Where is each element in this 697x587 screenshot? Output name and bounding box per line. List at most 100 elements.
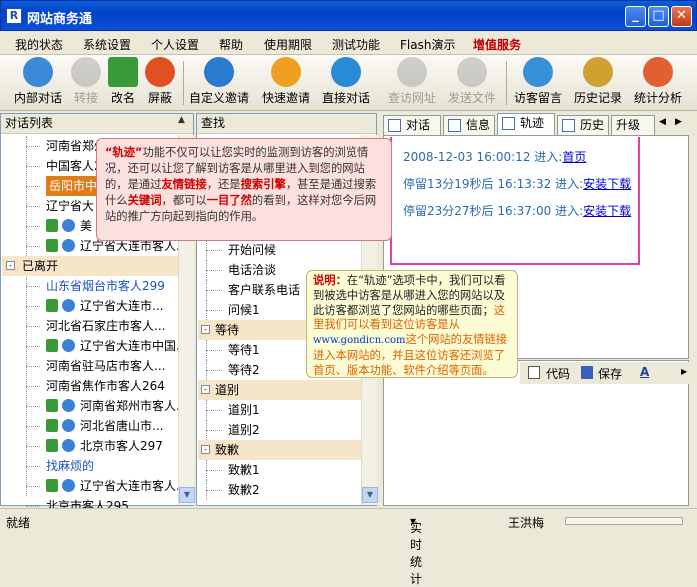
close-button[interactable]: ✕ (671, 6, 692, 27)
reply-item[interactable]: 道别2 (198, 420, 361, 440)
menu-help[interactable]: 帮助 (219, 36, 243, 53)
internal-chat-button[interactable]: 内部对话 (10, 57, 66, 109)
chat-list-item-label: 河南省驻马店市客人... (46, 359, 166, 373)
minimize-button[interactable]: _ (625, 6, 646, 27)
chat-list-item[interactable]: 河南省郑州市客人... (2, 396, 187, 416)
edit-toolbar: 代码 保存 A (520, 362, 689, 384)
track-entry: 停留13分19秒后 16:13:32 进入:安装下载 (403, 177, 632, 191)
tree-connector (206, 490, 222, 491)
menu-my-status[interactable]: 我的状态 (15, 36, 63, 53)
menu-bar: 我的状态 系统设置 个人设置 帮助 使用期限 测试功能 Flash演示 增值服务 (0, 31, 697, 55)
scroll-down-button[interactable]: ▼ (179, 487, 195, 503)
chat-list-item-label: 辽宁省大连市... (80, 299, 164, 313)
collapse-box-icon[interactable]: - (201, 325, 210, 334)
save-button[interactable]: 保存 (598, 365, 622, 382)
tab-upgrade[interactable]: 升级 (611, 115, 655, 135)
maximize-button[interactable]: □ (648, 6, 669, 27)
collapse-box-icon[interactable]: - (6, 261, 15, 270)
tree-connector (26, 166, 40, 167)
reply-item-label: 电话洽谈 (228, 263, 277, 277)
direct-chat-button[interactable]: 直接对话 (318, 57, 374, 109)
chat-list-item[interactable]: 找麻烦的 (2, 456, 178, 476)
chat-group-header[interactable]: - 已离开 (2, 256, 178, 276)
reply-item-label: 开始问候 (228, 243, 277, 257)
visitor-message-button[interactable]: 访客留言 (510, 57, 566, 109)
search-header[interactable]: 查找 (197, 114, 376, 134)
tree-connector (26, 146, 40, 147)
reply-item[interactable]: 开始问候 (198, 240, 361, 260)
visitor-status-icon (46, 299, 58, 312)
reply-item-label: 道别1 (228, 403, 260, 417)
menu-value-added[interactable]: 增值服务 (473, 36, 521, 53)
tree-connector (26, 186, 40, 187)
reply-item[interactable]: 道别1 (198, 400, 361, 420)
reply-item-label: 等待1 (228, 343, 260, 357)
tree-connector (206, 370, 222, 371)
transfer-button[interactable]: 转接 (70, 57, 102, 109)
tab-chat[interactable]: 对话 (383, 115, 441, 135)
collapse-arrow-icon[interactable]: ▲ (178, 115, 185, 125)
custom-invite-button[interactable]: 自定义邀请 (186, 57, 252, 109)
tab-info[interactable]: 信息 (443, 115, 495, 135)
statistics-button[interactable]: 统计分析 (630, 57, 686, 109)
pie-chart-icon (643, 57, 673, 87)
chat-list-item[interactable]: 河北省石家庄市客人... (2, 316, 178, 336)
reply-group-header[interactable]: - 道别 (198, 380, 361, 400)
reply-item[interactable]: 致歉2 (198, 480, 361, 500)
send-file-button[interactable]: 发送文件 (444, 57, 500, 109)
chat-list-item[interactable]: 辽宁省大连市客人... (2, 476, 187, 496)
id-card-icon (108, 57, 138, 87)
reply-item-label: 致歉1 (228, 463, 260, 477)
chat-list-item[interactable]: 河北省唐山市... (2, 416, 178, 436)
status-bar: 就绪 实时统计 ▾ 王洪梅 (0, 508, 697, 586)
history-icon (583, 57, 613, 87)
pen-icon (204, 57, 234, 87)
history-button[interactable]: 历史记录 (570, 57, 626, 109)
chat-list-item[interactable]: 北京市客人297 (2, 436, 178, 456)
reply-item-label: 致歉2 (228, 483, 260, 497)
menu-personal-settings[interactable]: 个人设置 (151, 36, 199, 53)
realtime-stats-button[interactable]: 实时统计 ▾ (410, 514, 422, 586)
reply-group-header[interactable]: - 致歉 (198, 440, 361, 460)
track-link[interactable]: 安装下载 (583, 177, 631, 191)
tab-history[interactable]: 历史 (557, 115, 609, 135)
toolbar-separator (506, 61, 507, 105)
quick-invite-button[interactable]: 快速邀请 (258, 57, 314, 109)
chat-list-item[interactable]: 辽宁省大连市... (2, 296, 178, 316)
scroll-down-button[interactable]: ▼ (362, 487, 378, 503)
expand-arrow-icon[interactable]: ▶ (681, 360, 689, 384)
title-bar: R 网站商务通 _ □ ✕ (0, 0, 697, 31)
menu-system-settings[interactable]: 系统设置 (83, 36, 131, 53)
collapse-box-icon[interactable]: - (201, 385, 210, 394)
chat-list-item[interactable]: 河南省驻马店市客人... (2, 356, 178, 376)
block-button[interactable]: 屏蔽 (143, 57, 177, 109)
menu-test-features[interactable]: 测试功能 (332, 36, 380, 53)
font-icon[interactable]: A (640, 365, 649, 379)
chat-list-item-label: 已离开 (22, 259, 59, 273)
menu-flash-demo[interactable]: Flash演示 (400, 36, 455, 53)
tab-scroll-left-icon[interactable]: ◀ (659, 117, 666, 127)
visitor-status-icon (46, 219, 58, 232)
reply-item[interactable]: 致歉1 (198, 460, 361, 480)
track-entry: 2008-12-03 16:00:12 进入:首页 (403, 150, 587, 164)
chat-list-item-label: 山东省烟台市客人299 (46, 279, 165, 293)
browser-icon (62, 479, 75, 492)
tab-track[interactable]: 轨迹 (497, 113, 555, 135)
collapse-box-icon[interactable]: - (201, 445, 210, 454)
chat-list-item[interactable]: 河南省焦作市客人264 (2, 376, 178, 396)
track-link[interactable]: 首页 (562, 150, 586, 164)
track-link[interactable]: 安装下载 (583, 204, 631, 218)
tab-scroll-right-icon[interactable]: ▶ (675, 117, 682, 127)
browser-icon (62, 339, 75, 352)
chat-list-item-label: 河南省郑州市客人... (80, 399, 188, 413)
chat-list-item[interactable]: 山东省烟台市客人299 (2, 276, 178, 296)
menu-expiry[interactable]: 使用期限 (264, 36, 312, 53)
code-button[interactable]: 代码 (546, 365, 570, 382)
view-url-button[interactable]: 查访网址 (384, 57, 440, 109)
tree-connector (26, 466, 40, 467)
tree-connector (26, 286, 40, 287)
status-ready: 就绪 (6, 516, 31, 530)
progress-bar (565, 517, 683, 525)
rename-button[interactable]: 改名 (106, 57, 140, 109)
chat-list-item[interactable]: 辽宁省大连市中国... (2, 336, 187, 356)
